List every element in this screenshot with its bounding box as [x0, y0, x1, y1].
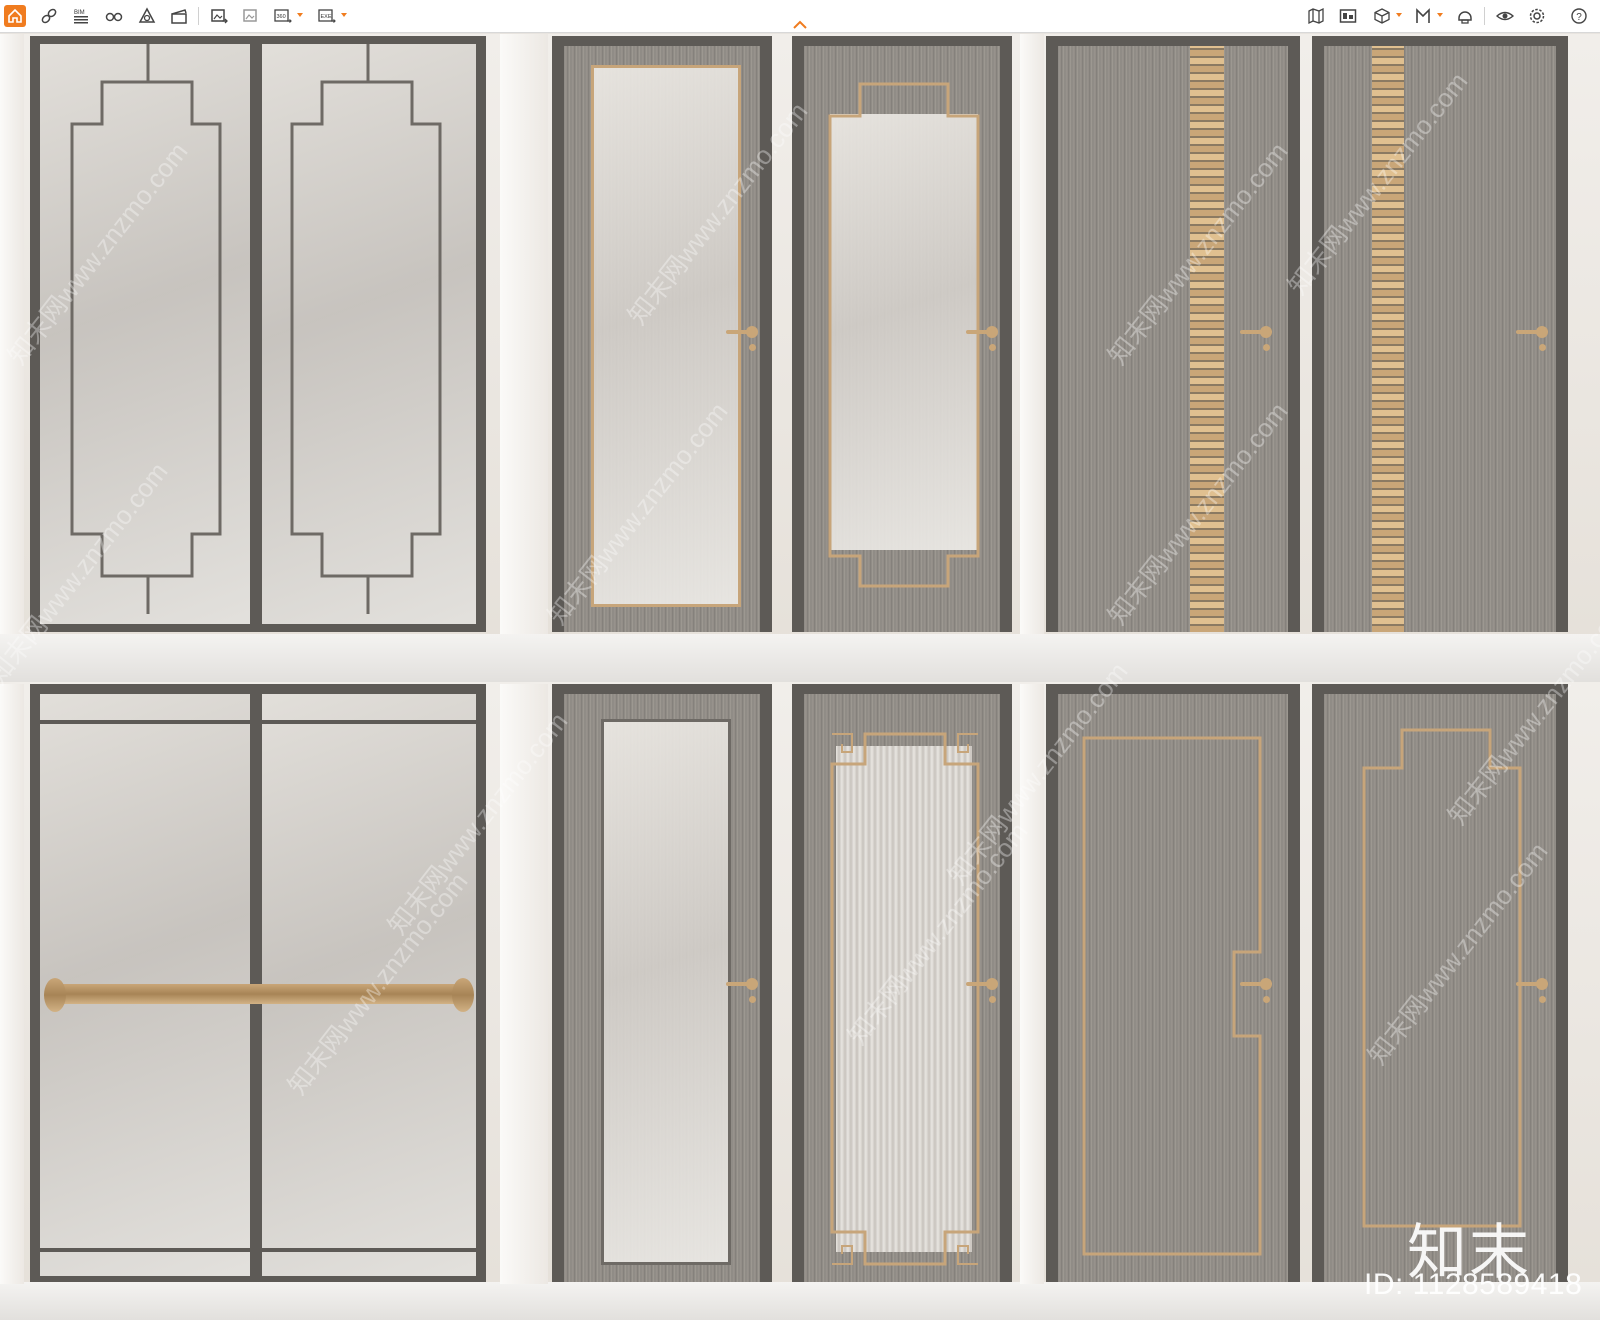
greek-key-strip — [1372, 46, 1404, 632]
glass-bead — [601, 719, 731, 1265]
brass-rail-end — [452, 978, 474, 1012]
link-icon[interactable] — [38, 5, 60, 27]
brass-rail-end — [44, 978, 66, 1012]
render-viewport[interactable]: 知末网www.znzmo.com 知末网www.znzmo.com 知末网www… — [0, 34, 1600, 1320]
brass-inlay — [1362, 728, 1522, 1228]
brass-inlay — [828, 82, 980, 588]
cube-icon[interactable] — [1371, 5, 1393, 27]
brass-rail — [52, 984, 470, 1004]
exe-dropdown-caret[interactable] — [341, 13, 347, 17]
image-export-icon[interactable] — [208, 5, 230, 27]
clapper-icon[interactable] — [168, 5, 190, 27]
wall-pillar — [1020, 684, 1044, 1284]
bim-label: BIM — [74, 10, 85, 16]
collapse-arrow-icon[interactable] — [793, 20, 807, 30]
door-handle[interactable] — [1240, 976, 1272, 1006]
cube-dropdown-caret[interactable] — [1396, 13, 1402, 17]
greek-key-strip — [1190, 46, 1224, 632]
toolbar-separator — [1484, 7, 1485, 25]
floor-top-row — [0, 634, 1600, 682]
wall-pillar — [500, 34, 548, 634]
map-icon[interactable] — [1305, 5, 1327, 27]
brass-inlay — [830, 732, 980, 1266]
exe-label: EXE — [321, 14, 332, 20]
floor-bottom-row — [0, 1282, 1600, 1320]
360-export-icon[interactable]: 360 — [272, 5, 294, 27]
bim-icon[interactable]: BIM — [70, 5, 92, 27]
svg-text:?: ? — [1576, 12, 1582, 23]
asset-id: ID: 1128589418 — [1364, 1268, 1583, 1301]
wall-pillar — [0, 34, 24, 634]
home-icon[interactable] — [4, 5, 26, 27]
person-icon[interactable] — [1412, 5, 1434, 27]
360-label: 360 — [277, 14, 286, 20]
person-dropdown-caret[interactable] — [1437, 13, 1443, 17]
helmet-icon[interactable] — [1454, 5, 1476, 27]
door-handle[interactable] — [966, 324, 998, 354]
door-handle[interactable] — [1516, 976, 1548, 1006]
wall-pillar — [0, 684, 24, 1284]
door-handle[interactable] — [726, 976, 758, 1006]
toolbar-separator — [198, 7, 199, 25]
door-handle[interactable] — [1240, 324, 1272, 354]
help-icon[interactable]: ? — [1568, 5, 1590, 27]
chinese-frame-pattern — [70, 44, 442, 614]
exe-export-icon[interactable]: EXE — [316, 5, 338, 27]
eye-icon[interactable] — [1494, 5, 1516, 27]
360-dropdown-caret[interactable] — [297, 13, 303, 17]
panel-icon[interactable] — [1337, 5, 1359, 27]
cone-icon[interactable] — [136, 5, 158, 27]
glasses-icon[interactable] — [103, 5, 125, 27]
door-handle[interactable] — [1516, 324, 1548, 354]
door-handle[interactable] — [966, 976, 998, 1006]
top-toolbar: BIM 360 EXE ? — [0, 0, 1600, 33]
brass-inlay — [591, 65, 741, 607]
door-handle[interactable] — [726, 324, 758, 354]
wall-pillar — [500, 684, 548, 1284]
settings-icon[interactable] — [1526, 5, 1548, 27]
image-batch-icon[interactable] — [240, 5, 262, 27]
wall-pillar — [1020, 34, 1044, 634]
